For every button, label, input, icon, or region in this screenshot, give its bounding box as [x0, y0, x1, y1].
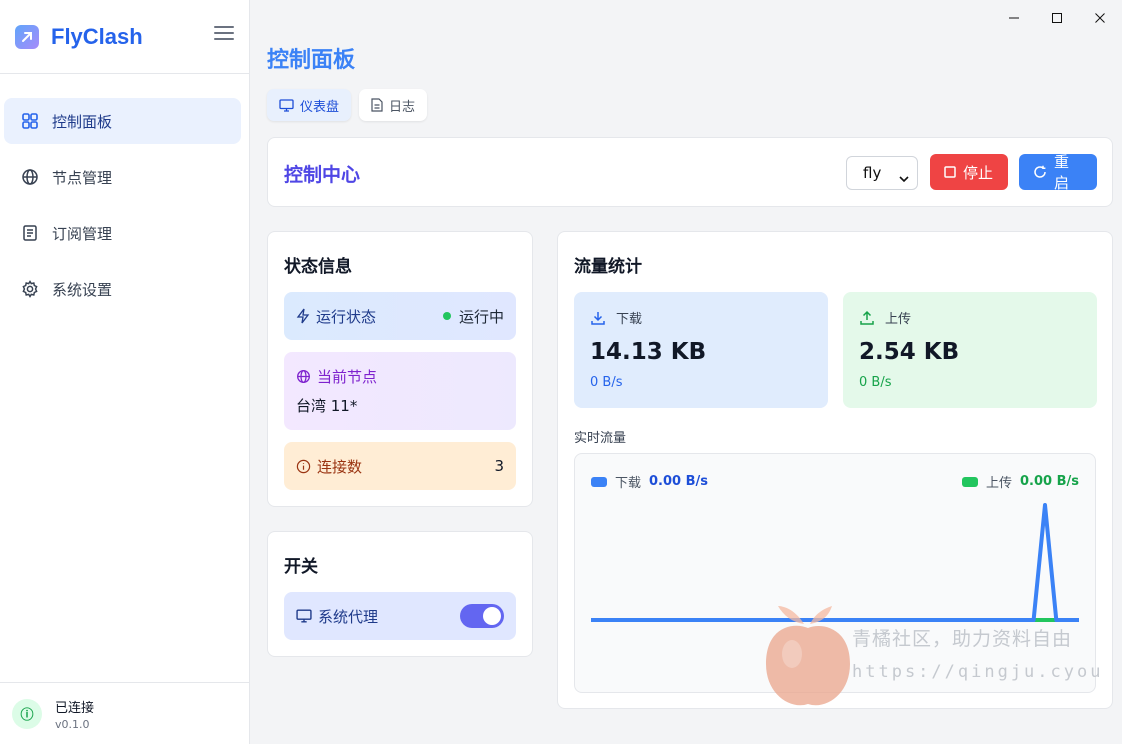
connections-label: 连接数	[317, 457, 363, 476]
sidebar: FlyClash 控制面板 节点管理 订阅管理 系统设置 ⓘ 已连接 v0.1.…	[0, 0, 250, 744]
traffic-chart-svg	[591, 503, 1079, 622]
app-title: FlyClash	[51, 23, 143, 49]
tab-label: 仪表盘	[300, 99, 340, 115]
profile-select-value: fly	[863, 164, 882, 182]
info-circle-icon	[296, 459, 311, 474]
status-info-title: 状态信息	[284, 257, 352, 277]
sidebar-item-label: 控制面板	[52, 112, 113, 131]
stop-button[interactable]: 停止	[930, 154, 1008, 190]
current-node-value: 台湾 11*	[296, 397, 358, 415]
monitor-icon	[296, 609, 312, 623]
realtime-traffic-label: 实时流量	[574, 431, 627, 446]
minimize-icon[interactable]	[992, 0, 1035, 36]
download-stat: 下载 14.13 KB 0 B/s	[574, 292, 828, 408]
download-total: 14.13 KB	[590, 339, 707, 365]
menu-toggle-icon[interactable]	[214, 24, 234, 42]
control-center-title: 控制中心	[284, 164, 361, 186]
system-proxy-toggle[interactable]	[460, 604, 504, 628]
gear-icon	[20, 279, 40, 299]
switches-title: 开关	[284, 557, 318, 577]
sidebar-nav: 控制面板 节点管理 订阅管理 系统设置	[0, 74, 249, 312]
stop-button-label: 停止	[963, 163, 994, 182]
close-icon[interactable]	[1079, 0, 1122, 36]
connections-value: 3	[494, 457, 504, 475]
traffic-card: 流量统计 下载 14.13 KB 0 B/s 上传 2.54 KB 0 B/s …	[557, 231, 1113, 709]
upload-icon	[859, 310, 875, 326]
window-controls	[992, 0, 1122, 36]
globe-icon	[20, 167, 40, 187]
download-label: 下载	[616, 312, 643, 327]
running-dot-icon	[442, 312, 451, 320]
lightning-icon	[296, 308, 310, 324]
maximize-icon[interactable]	[1035, 0, 1078, 36]
refresh-icon	[1033, 165, 1047, 179]
brand: FlyClash	[0, 0, 249, 74]
document-icon	[20, 223, 40, 243]
tab-logs[interactable]: 日志	[359, 89, 428, 121]
sidebar-item-label: 订阅管理	[52, 224, 113, 243]
control-center-card: 控制中心 fly 停止 重启	[267, 137, 1113, 207]
system-proxy-row: 系统代理	[284, 592, 516, 640]
upload-total: 2.54 KB	[859, 339, 960, 365]
sidebar-item-settings[interactable]: 系统设置	[4, 266, 241, 312]
app-version: v0.1.0	[55, 717, 90, 731]
tab-dashboard[interactable]: 仪表盘	[267, 89, 352, 121]
sidebar-item-dashboard[interactable]: 控制面板	[4, 98, 241, 144]
download-icon	[590, 310, 606, 326]
upload-rate: 0 B/s	[859, 375, 892, 390]
run-state-value: 运行中	[458, 307, 504, 326]
globe-icon	[296, 369, 311, 384]
connections-row: 连接数 3	[284, 442, 516, 490]
page-title: 控制面板	[267, 48, 356, 73]
file-icon	[371, 98, 383, 112]
page-tabs: 仪表盘 日志	[267, 89, 428, 121]
dashboard-grid-icon	[20, 111, 40, 131]
upload-stat: 上传 2.54 KB 0 B/s	[843, 292, 1097, 408]
connection-status-text: 已连接	[55, 700, 95, 716]
sidebar-item-nodes[interactable]: 节点管理	[4, 154, 241, 200]
restart-button-label: 重启	[1054, 153, 1070, 192]
info-icon: ⓘ	[12, 698, 42, 729]
current-node-label: 当前节点	[317, 368, 378, 386]
chevron-down-icon	[899, 169, 909, 187]
run-state-label: 运行状态	[316, 307, 377, 326]
current-node-row: 当前节点 台湾 11*	[284, 352, 516, 430]
sidebar-item-label: 节点管理	[52, 168, 113, 187]
sidebar-item-label: 系统设置	[52, 280, 113, 299]
series-line-download	[591, 503, 1079, 622]
monitor-icon	[279, 98, 294, 112]
traffic-title: 流量统计	[574, 257, 642, 277]
download-rate: 0 B/s	[590, 375, 623, 390]
realtime-traffic-chart: 下载 0.00 B/s 上传 0.00 B/s	[574, 453, 1096, 693]
system-proxy-label: 系统代理	[318, 607, 379, 626]
connection-status: ⓘ 已连接 v0.1.0	[0, 682, 249, 744]
run-state-row: 运行状态 运行中	[284, 292, 516, 340]
profile-select[interactable]: fly	[846, 156, 918, 190]
switches-card: 开关 系统代理	[267, 531, 533, 657]
tab-label: 日志	[389, 99, 416, 115]
restart-button[interactable]: 重启	[1019, 153, 1097, 192]
sidebar-item-subscriptions[interactable]: 订阅管理	[4, 210, 241, 256]
app-logo-icon	[15, 24, 39, 49]
stop-square-icon	[944, 166, 956, 178]
upload-label: 上传	[885, 312, 912, 327]
status-info-card: 状态信息 运行状态 运行中 当前节点 台湾 11* 连接数 3	[267, 231, 533, 507]
